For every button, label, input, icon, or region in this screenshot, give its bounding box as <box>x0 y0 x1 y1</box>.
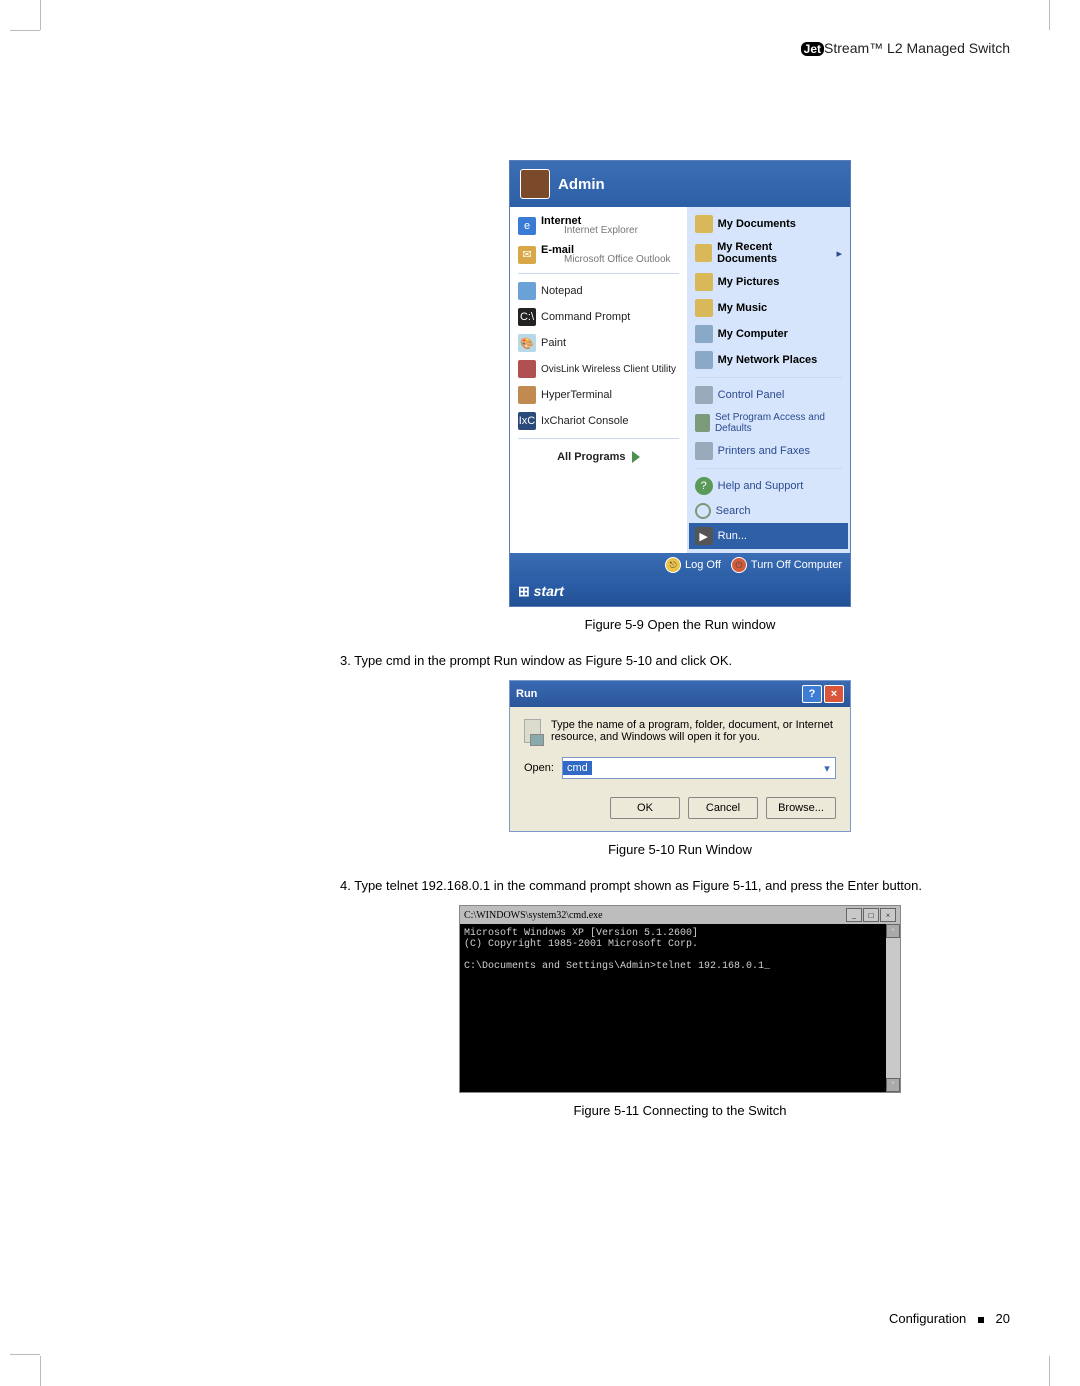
app-hyperterminal[interactable]: HyperTerminal <box>512 382 685 408</box>
footer-section: Configuration <box>889 1311 966 1326</box>
printer-icon <box>695 442 713 460</box>
taskbar-start[interactable]: ⊞ start <box>510 577 850 606</box>
run-dialog-icon <box>524 719 541 743</box>
my-computer[interactable]: My Computer <box>689 321 848 347</box>
run[interactable]: ▶Run... <box>689 523 848 549</box>
internet-sub: Internet Explorer <box>564 225 638 236</box>
wireless-icon <box>518 360 536 378</box>
all-programs[interactable]: All Programs <box>512 443 685 471</box>
app-paint[interactable]: 🎨Paint <box>512 330 685 356</box>
printers-faxes[interactable]: Printers and Faxes <box>689 438 848 464</box>
search-icon <box>695 503 711 519</box>
run-titlebar: Run ? × <box>510 681 850 707</box>
step-4: 4. Type telnet 192.168.0.1 in the comman… <box>340 877 1000 895</box>
notepad-icon <box>518 282 536 300</box>
separator-square-icon <box>978 1317 984 1323</box>
cmd-line-3: C:\Documents and Settings\Admin>telnet 1… <box>464 961 896 972</box>
figure-5-10-caption: Figure 5-10 Run Window <box>320 842 1040 857</box>
help-button[interactable]: ? <box>802 685 822 703</box>
figure-5-11-caption: Figure 5-11 Connecting to the Switch <box>320 1103 1040 1118</box>
my-recent-documents[interactable]: My Recent Documents▸ <box>689 237 848 269</box>
logoff-icon: ⎋ <box>665 557 681 573</box>
hyperterminal-icon <box>518 386 536 404</box>
help-icon: ? <box>695 477 713 495</box>
power-icon: ⏻ <box>731 557 747 573</box>
network-icon <box>695 351 713 369</box>
arrow-right-icon <box>632 451 640 463</box>
outlook-icon: ✉ <box>518 246 536 264</box>
my-documents[interactable]: My Documents <box>689 211 848 237</box>
my-network-places[interactable]: My Network Places <box>689 347 848 373</box>
ixchariot-icon: IxC <box>518 412 536 430</box>
minimize-button[interactable]: _ <box>846 908 862 922</box>
computer-icon <box>695 325 713 343</box>
user-name: Admin <box>558 176 605 193</box>
dropdown-icon[interactable]: ▾ <box>819 762 835 775</box>
cmd-line-1: Microsoft Windows XP [Version 5.1.2600] <box>464 928 896 939</box>
ie-icon: e <box>518 217 536 235</box>
cmd-line-2: (C) Copyright 1985-2001 Microsoft Corp. <box>464 939 896 950</box>
header-brand: JetStream™ L2 Managed Switch <box>801 40 1010 56</box>
close-button[interactable]: × <box>880 908 896 922</box>
cmd-titlebar: C:\WINDOWS\system32\cmd.exe _ □ × <box>460 906 900 924</box>
close-button[interactable]: × <box>824 685 844 703</box>
chevron-right-icon: ▸ <box>836 247 842 260</box>
brand-stream: Stream™ <box>824 40 883 56</box>
open-label: Open: <box>524 762 554 774</box>
start-menu: Admin e Internet Internet Explorer ✉ E-m… <box>509 160 851 607</box>
brand-jet: Jet <box>801 42 824 56</box>
turn-off-button[interactable]: ⏻Turn Off Computer <box>731 557 842 573</box>
app-cmd[interactable]: C:\Command Prompt <box>512 304 685 330</box>
app-ovislink[interactable]: OvisLink Wireless Client Utility <box>512 356 685 382</box>
paint-icon: 🎨 <box>518 334 536 352</box>
page-footer: Configuration 20 <box>889 1311 1010 1326</box>
control-panel[interactable]: Control Panel <box>689 382 848 408</box>
email-sub: Microsoft Office Outlook <box>564 254 671 265</box>
browse-button[interactable]: Browse... <box>766 797 836 819</box>
open-value: cmd <box>563 761 592 775</box>
run-dialog: Run ? × Type the name of a program, fold… <box>509 680 851 832</box>
my-pictures[interactable]: My Pictures <box>689 269 848 295</box>
step-3: 3. Type cmd in the prompt Run window as … <box>340 652 1000 670</box>
program-access-icon <box>695 414 710 432</box>
scroll-down-icon[interactable]: ▾ <box>886 1078 900 1092</box>
start-menu-footer: ⎋Log Off ⏻Turn Off Computer <box>510 553 850 577</box>
run-icon: ▶ <box>695 527 713 545</box>
open-combobox[interactable]: cmd ▾ <box>562 757 836 779</box>
ok-button[interactable]: OK <box>610 797 680 819</box>
maximize-button[interactable]: □ <box>863 908 879 922</box>
pinned-internet[interactable]: e Internet Internet Explorer <box>512 211 685 240</box>
app-ixchariot[interactable]: IxCIxChariot Console <box>512 408 685 434</box>
my-music[interactable]: My Music <box>689 295 848 321</box>
folder-icon <box>695 215 713 233</box>
figure-5-9-caption: Figure 5-9 Open the Run window <box>320 617 1040 632</box>
music-icon <box>695 299 713 317</box>
cmd-icon: C:\ <box>518 308 536 326</box>
terminal-area[interactable]: Microsoft Windows XP [Version 5.1.2600] … <box>460 924 900 1092</box>
start-menu-header: Admin <box>510 161 850 207</box>
run-description: Type the name of a program, folder, docu… <box>551 719 836 743</box>
scrollbar[interactable]: ▴ ▾ <box>886 924 900 1092</box>
pinned-email[interactable]: ✉ E-mail Microsoft Office Outlook <box>512 240 685 269</box>
product-name: L2 Managed Switch <box>887 40 1010 56</box>
run-title: Run <box>516 688 537 700</box>
set-program-access[interactable]: Set Program Access and Defaults <box>689 408 848 438</box>
command-prompt-window: C:\WINDOWS\system32\cmd.exe _ □ × Micros… <box>459 905 901 1093</box>
app-notepad[interactable]: Notepad <box>512 278 685 304</box>
scroll-up-icon[interactable]: ▴ <box>886 924 900 938</box>
user-avatar-icon <box>520 169 550 199</box>
folder-clock-icon <box>695 244 712 262</box>
control-panel-icon <box>695 386 713 404</box>
search[interactable]: Search <box>689 499 848 523</box>
log-off-button[interactable]: ⎋Log Off <box>665 557 721 573</box>
help-support[interactable]: ?Help and Support <box>689 473 848 499</box>
cancel-button[interactable]: Cancel <box>688 797 758 819</box>
footer-page: 20 <box>996 1311 1010 1326</box>
pictures-icon <box>695 273 713 291</box>
cmd-title: C:\WINDOWS\system32\cmd.exe <box>464 910 603 921</box>
